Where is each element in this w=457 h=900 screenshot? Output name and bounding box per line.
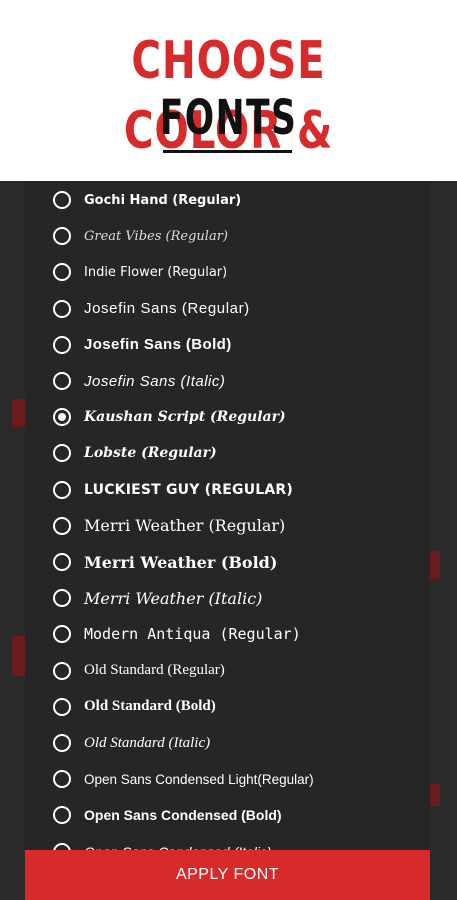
radio-unselected-icon[interactable]	[53, 770, 71, 789]
radio-unselected-icon[interactable]	[53, 191, 71, 209]
title-underline	[163, 150, 292, 153]
radio-unselected-icon[interactable]	[53, 842, 71, 850]
radio-unselected-icon[interactable]	[53, 661, 71, 680]
font-option-label: Indie Flower (Regular)	[84, 264, 228, 280]
font-option-label: Merri Weather (Regular)	[84, 516, 286, 536]
font-option-label: Josefin Sans (Italic)	[84, 372, 226, 390]
font-option-label: LUCKIEST GUY (REGULAR)	[84, 481, 293, 498]
font-option-label: Merri Weather (Bold)	[84, 552, 278, 572]
radio-unselected-icon[interactable]	[53, 697, 71, 716]
promo-header: CHOOSE COLOR & FONTS	[0, 0, 457, 181]
font-option-label: Old Standard (Italic)	[84, 734, 211, 751]
background-red-block	[12, 636, 25, 676]
font-option[interactable]: Lobste (Regular)	[25, 435, 430, 471]
font-option-label: Gochi Hand (Regular)	[84, 192, 242, 208]
font-option[interactable]: Old Standard (Bold)	[25, 689, 430, 725]
radio-unselected-icon[interactable]	[53, 372, 71, 390]
font-option[interactable]: Open Sans Condensed (Italic)	[25, 834, 430, 850]
radio-unselected-icon[interactable]	[53, 335, 71, 354]
font-option-label: Great Vibes (Regular)	[84, 228, 228, 244]
font-option[interactable]: Open Sans Condensed (Bold)	[25, 797, 430, 833]
font-option[interactable]: LUCKIEST GUY (REGULAR)	[25, 472, 430, 508]
apply-font-button[interactable]: APPLY FONT	[25, 850, 430, 900]
radio-unselected-icon[interactable]	[53, 734, 71, 752]
font-option-label: Open Sans Condensed Light(Regular)	[84, 771, 314, 787]
font-option[interactable]: Merri Weather (Italic)	[25, 580, 430, 616]
radio-unselected-icon[interactable]	[53, 299, 71, 318]
radio-unselected-icon[interactable]	[53, 625, 71, 644]
font-option-label: Josefin Sans (Regular)	[84, 300, 250, 318]
font-list[interactable]: Gochi Hand (Regular) Great Vibes (Regular…	[25, 181, 430, 850]
background-red-block	[12, 399, 25, 427]
radio-selected-icon[interactable]	[53, 408, 71, 427]
radio-unselected-icon[interactable]	[53, 263, 71, 282]
font-option-label: Merri Weather (Italic)	[84, 588, 263, 608]
font-option-label: Open Sans Condensed (Bold)	[84, 807, 282, 824]
radio-unselected-icon[interactable]	[53, 806, 71, 825]
font-option[interactable]: Modern Antiqua (Regular)	[25, 616, 430, 652]
background-red-block	[430, 784, 440, 806]
font-option[interactable]: Old Standard (Italic)	[25, 725, 430, 761]
font-option[interactable]: Josefin Sans (Bold)	[25, 327, 430, 363]
radio-unselected-icon[interactable]	[53, 227, 71, 246]
radio-unselected-icon[interactable]	[53, 516, 71, 535]
font-option[interactable]: Great Vibes (Regular)	[25, 218, 430, 254]
font-option-label: Modern Antiqua (Regular)	[84, 625, 301, 644]
font-option[interactable]: Kaushan Script (Regular)	[25, 399, 430, 435]
font-option-label: Kaushan Script (Regular)	[84, 409, 286, 426]
font-option-label: Lobste (Regular)	[84, 445, 217, 462]
promo-title-line2: FONTS	[159, 90, 298, 146]
radio-unselected-icon[interactable]	[53, 444, 71, 463]
radio-unselected-icon[interactable]	[53, 589, 71, 608]
font-option-label: Josefin Sans (Bold)	[84, 336, 232, 354]
font-option[interactable]: Merri Weather (Regular)	[25, 508, 430, 544]
radio-unselected-icon[interactable]	[53, 553, 71, 571]
font-picker-dialog: Gochi Hand (Regular) Great Vibes (Regular…	[25, 181, 430, 900]
font-option[interactable]: Gochi Hand (Regular)	[25, 182, 430, 218]
font-option[interactable]: Old Standard (Regular)	[25, 653, 430, 689]
font-option[interactable]: Josefin Sans (Italic)	[25, 363, 430, 399]
font-option[interactable]: Indie Flower (Regular)	[25, 254, 430, 290]
font-option-label: Old Standard (Regular)	[84, 662, 225, 679]
font-option-label: Old Standard (Bold)	[84, 698, 216, 715]
radio-unselected-icon[interactable]	[53, 480, 71, 499]
font-option[interactable]: Josefin Sans (Regular)	[25, 291, 430, 327]
font-option[interactable]: Open Sans Condensed Light(Regular)	[25, 761, 430, 797]
font-option[interactable]: Merri Weather (Bold)	[25, 544, 430, 580]
background-red-block	[430, 551, 440, 579]
